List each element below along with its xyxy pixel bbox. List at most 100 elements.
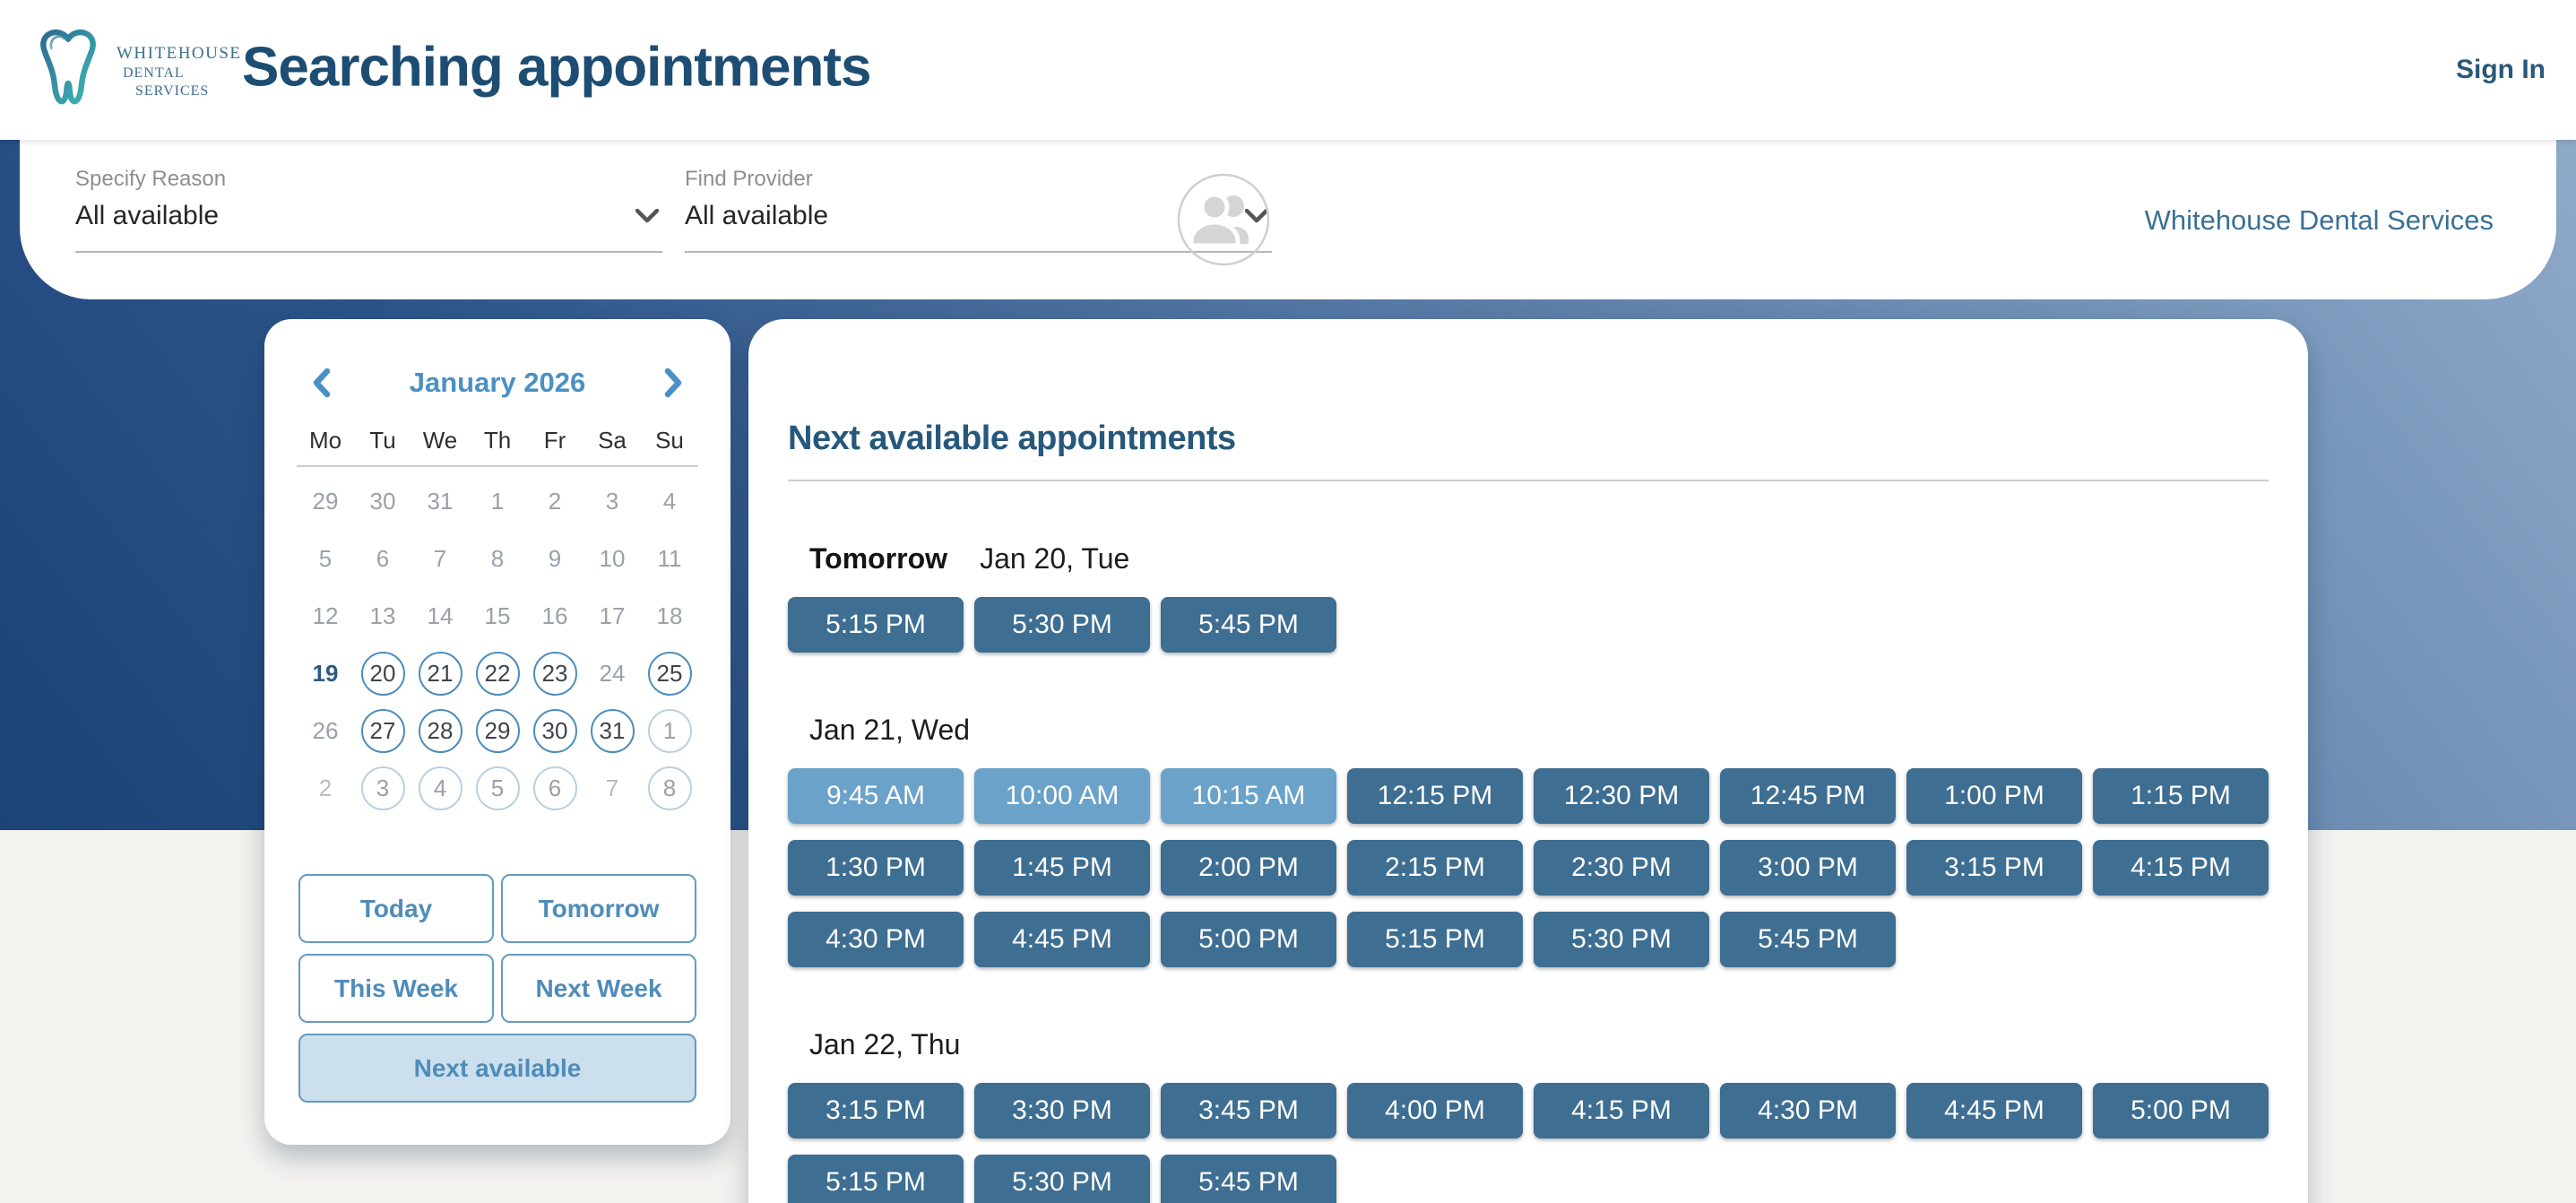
weekday-label: Su xyxy=(641,427,698,454)
time-slot-button[interactable]: 4:45 PM xyxy=(1906,1083,2082,1138)
time-slot-button[interactable]: 3:00 PM xyxy=(1720,840,1896,896)
time-slot-button[interactable]: 4:30 PM xyxy=(1720,1083,1896,1138)
calendar-day-7: 7 xyxy=(583,759,641,817)
time-slot-button[interactable]: 4:30 PM xyxy=(788,912,964,967)
calendar-day-5[interactable]: 5 xyxy=(469,759,526,817)
time-slot-button[interactable]: 12:15 PM xyxy=(1347,768,1523,824)
time-slot-button[interactable]: 1:15 PM xyxy=(2093,768,2269,824)
time-slot-button[interactable]: 12:45 PM xyxy=(1720,768,1896,824)
time-slot-button[interactable]: 3:15 PM xyxy=(1906,840,2082,896)
time-slot-button[interactable]: 12:30 PM xyxy=(1534,768,1709,824)
top-header: WHITEHOUSE DENTAL SERVICES Searching app… xyxy=(0,0,2576,140)
reason-label: Specify Reason xyxy=(75,167,662,192)
calendar-day-number[interactable]: 20 xyxy=(361,652,405,696)
this-week-button[interactable]: This Week xyxy=(298,954,494,1023)
time-slot-button[interactable]: 4:45 PM xyxy=(974,912,1150,967)
today-button[interactable]: Today xyxy=(298,874,494,943)
calendar-day-5: 5 xyxy=(297,530,354,587)
calendar-day-number[interactable]: 21 xyxy=(419,652,462,696)
calendar-day-number[interactable]: 29 xyxy=(476,709,520,753)
next-week-button[interactable]: Next Week xyxy=(501,954,696,1023)
calendar-day-28[interactable]: 28 xyxy=(411,702,469,759)
calendar-day-25[interactable]: 25 xyxy=(641,645,698,702)
calendar-day-2: 2 xyxy=(526,472,583,530)
calendar-day-8[interactable]: 8 xyxy=(641,759,698,817)
providers-button[interactable] xyxy=(1177,173,1270,266)
time-slot-button[interactable]: 5:00 PM xyxy=(1161,912,1336,967)
calendar-day-4[interactable]: 4 xyxy=(411,759,469,817)
time-slot-button[interactable]: 1:30 PM xyxy=(788,840,964,896)
reason-select[interactable]: Specify Reason All available xyxy=(75,167,662,253)
calendar-day-number[interactable]: 31 xyxy=(591,709,635,753)
calendar-day-number[interactable]: 22 xyxy=(476,652,520,696)
time-slot-button[interactable]: 5:30 PM xyxy=(974,1155,1150,1203)
calendar-day-number: 4 xyxy=(663,488,676,515)
time-slot-button[interactable]: 3:30 PM xyxy=(974,1083,1150,1138)
time-slot-button[interactable]: 5:15 PM xyxy=(1347,912,1523,967)
calendar-day-21[interactable]: 21 xyxy=(411,645,469,702)
time-slot-button[interactable]: 5:30 PM xyxy=(1534,912,1709,967)
calendar-day-number[interactable]: 5 xyxy=(476,766,520,810)
time-slot-button[interactable]: 5:45 PM xyxy=(1161,597,1336,653)
calendar-day-number[interactable]: 27 xyxy=(361,709,405,753)
time-slot-button[interactable]: 2:00 PM xyxy=(1161,840,1336,896)
calendar-day-number[interactable]: 3 xyxy=(361,766,405,810)
time-slot-button[interactable]: 2:15 PM xyxy=(1347,840,1523,896)
calendar-day-29[interactable]: 29 xyxy=(469,702,526,759)
calendar-day-30[interactable]: 30 xyxy=(526,702,583,759)
calendar-day-13: 13 xyxy=(354,587,411,645)
time-slot-button[interactable]: 5:45 PM xyxy=(1720,912,1896,967)
time-slot-button[interactable]: 3:45 PM xyxy=(1161,1083,1336,1138)
time-slot-button[interactable]: 5:45 PM xyxy=(1161,1155,1336,1203)
calendar-day-3[interactable]: 3 xyxy=(354,759,411,817)
calendar-day-31[interactable]: 31 xyxy=(583,702,641,759)
calendar-prev-button[interactable] xyxy=(309,368,336,398)
calendar-day-3: 3 xyxy=(583,472,641,530)
calendar-day-6[interactable]: 6 xyxy=(526,759,583,817)
clinic-logo: WHITEHOUSE DENTAL SERVICES xyxy=(27,20,242,115)
time-slot-button[interactable]: 3:15 PM xyxy=(788,1083,964,1138)
chevron-down-icon xyxy=(635,209,659,223)
calendar-day-number[interactable]: 30 xyxy=(533,709,577,753)
time-slot-button[interactable]: 5:00 PM xyxy=(2093,1083,2269,1138)
calendar-day-1[interactable]: 1 xyxy=(641,702,698,759)
weekday-label: Th xyxy=(469,427,526,454)
logo-line-2: DENTAL xyxy=(123,65,242,82)
sign-in-link[interactable]: Sign In xyxy=(2456,55,2546,85)
time-slot-button[interactable]: 2:30 PM xyxy=(1534,840,1709,896)
calendar-day-31: 31 xyxy=(411,472,469,530)
calendar-day-number: 31 xyxy=(428,488,454,515)
calendar-day-number[interactable]: 1 xyxy=(648,709,692,753)
calendar-day-22[interactable]: 22 xyxy=(469,645,526,702)
calendar-day-number[interactable]: 25 xyxy=(648,652,692,696)
calendar-day-number[interactable]: 23 xyxy=(533,652,577,696)
tomorrow-button[interactable]: Tomorrow xyxy=(501,874,696,943)
calendar-day-number: 16 xyxy=(542,602,568,630)
calendar-day-number[interactable]: 6 xyxy=(533,766,577,810)
time-slot-button[interactable]: 10:00 AM xyxy=(974,768,1150,824)
calendar-next-button[interactable] xyxy=(659,368,686,398)
weekday-label: Tu xyxy=(354,427,411,454)
reason-value: All available xyxy=(75,201,219,231)
calendar-day-23[interactable]: 23 xyxy=(526,645,583,702)
time-slot-button[interactable]: 4:15 PM xyxy=(1534,1083,1709,1138)
calendar-day-27[interactable]: 27 xyxy=(354,702,411,759)
clinic-name-link[interactable]: Whitehouse Dental Services xyxy=(2145,204,2494,237)
time-slot-button[interactable]: 9:45 AM xyxy=(788,768,964,824)
time-slot-button[interactable]: 4:15 PM xyxy=(2093,840,2269,896)
calendar-day-number[interactable]: 8 xyxy=(648,766,692,810)
time-slot-button[interactable]: 5:30 PM xyxy=(974,597,1150,653)
time-slot-button[interactable]: 1:45 PM xyxy=(974,840,1150,896)
calendar-day-20[interactable]: 20 xyxy=(354,645,411,702)
calendar-day-number: 30 xyxy=(370,488,396,515)
weekday-label: Mo xyxy=(297,427,354,454)
time-slot-button[interactable]: 1:00 PM xyxy=(1906,768,2082,824)
time-slot-button[interactable]: 10:15 AM xyxy=(1161,768,1336,824)
calendar-day-number[interactable]: 4 xyxy=(419,766,462,810)
time-slot-button[interactable]: 5:15 PM xyxy=(788,1155,964,1203)
filter-bar: Specify Reason All available Find Provid… xyxy=(20,140,2556,299)
next-available-button[interactable]: Next available xyxy=(298,1034,696,1103)
time-slot-button[interactable]: 5:15 PM xyxy=(788,597,964,653)
time-slot-button[interactable]: 4:00 PM xyxy=(1347,1083,1523,1138)
calendar-day-number[interactable]: 28 xyxy=(419,709,462,753)
